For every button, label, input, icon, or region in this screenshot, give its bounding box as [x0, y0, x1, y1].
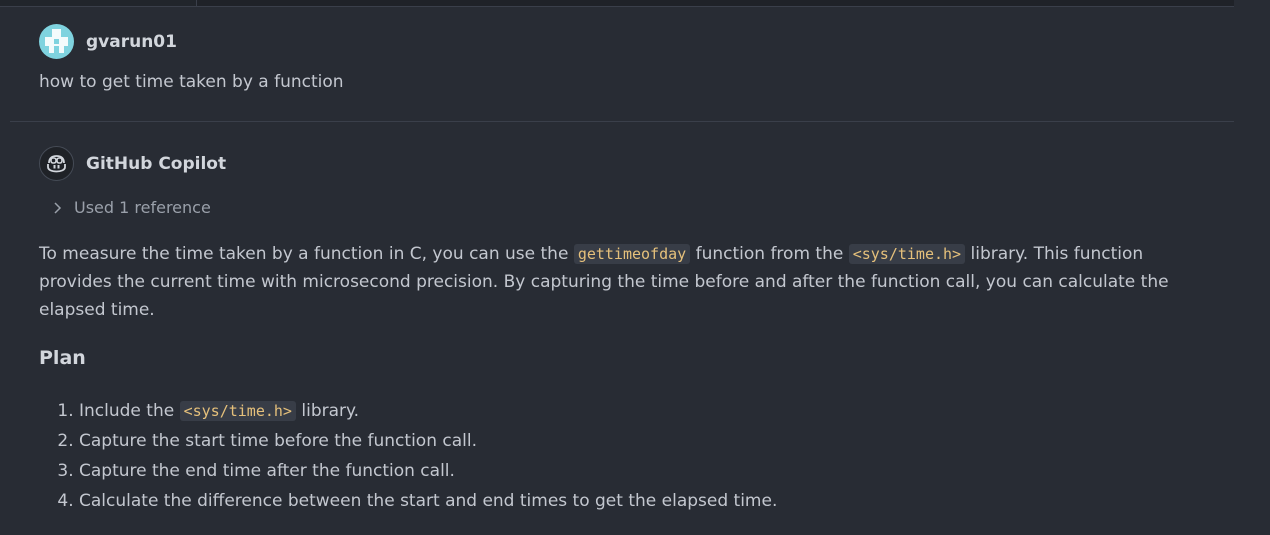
copilot-message: GitHub Copilot: [39, 146, 226, 181]
plan-step-2: Capture the start time before the functi…: [79, 426, 777, 456]
plan-list: Include the <sys/time.h> library. Captur…: [39, 396, 777, 516]
copilot-message-header: GitHub Copilot: [39, 146, 226, 181]
answer-text-2: function from the: [690, 244, 849, 264]
used-references-label: Used 1 reference: [74, 198, 211, 217]
user-avatar: [39, 24, 74, 59]
inline-code-gettimeofday: gettimeofday: [573, 244, 691, 264]
scrollbar-track[interactable]: [1234, 0, 1270, 535]
editor-tab-bar: [0, 0, 1234, 7]
user-message: gvarun01: [39, 24, 1219, 59]
editor-tab[interactable]: [0, 0, 197, 6]
inline-code-sys-time-plan: <sys/time.h>: [179, 401, 296, 421]
used-references-toggle[interactable]: Used 1 reference: [50, 198, 211, 217]
username: gvarun01: [86, 31, 177, 52]
message-divider: [10, 121, 1234, 122]
answer-paragraph: To measure the time taken by a function …: [39, 240, 1189, 324]
chat-panel: gvarun01 how to get time taken by a func…: [0, 0, 1270, 535]
copilot-name: GitHub Copilot: [86, 153, 227, 174]
user-message-header: gvarun01: [39, 24, 1219, 59]
plan-step-3: Capture the end time after the function …: [79, 456, 777, 486]
plan-step-1: Include the <sys/time.h> library.: [79, 396, 777, 426]
plan-step-1-suffix: library.: [295, 401, 360, 421]
plan-step-1-prefix: Include the: [79, 401, 180, 421]
plan-step-4: Calculate the difference between the sta…: [79, 486, 777, 516]
chevron-right-icon: [54, 201, 62, 214]
user-message-text: how to get time taken by a function: [39, 72, 344, 92]
answer-text-1: To measure the time taken by a function …: [39, 244, 574, 264]
copilot-glyph: [47, 155, 66, 173]
plan-heading: Plan: [39, 347, 86, 369]
copilot-icon: [39, 146, 74, 181]
inline-code-sys-time: <sys/time.h>: [848, 244, 966, 264]
